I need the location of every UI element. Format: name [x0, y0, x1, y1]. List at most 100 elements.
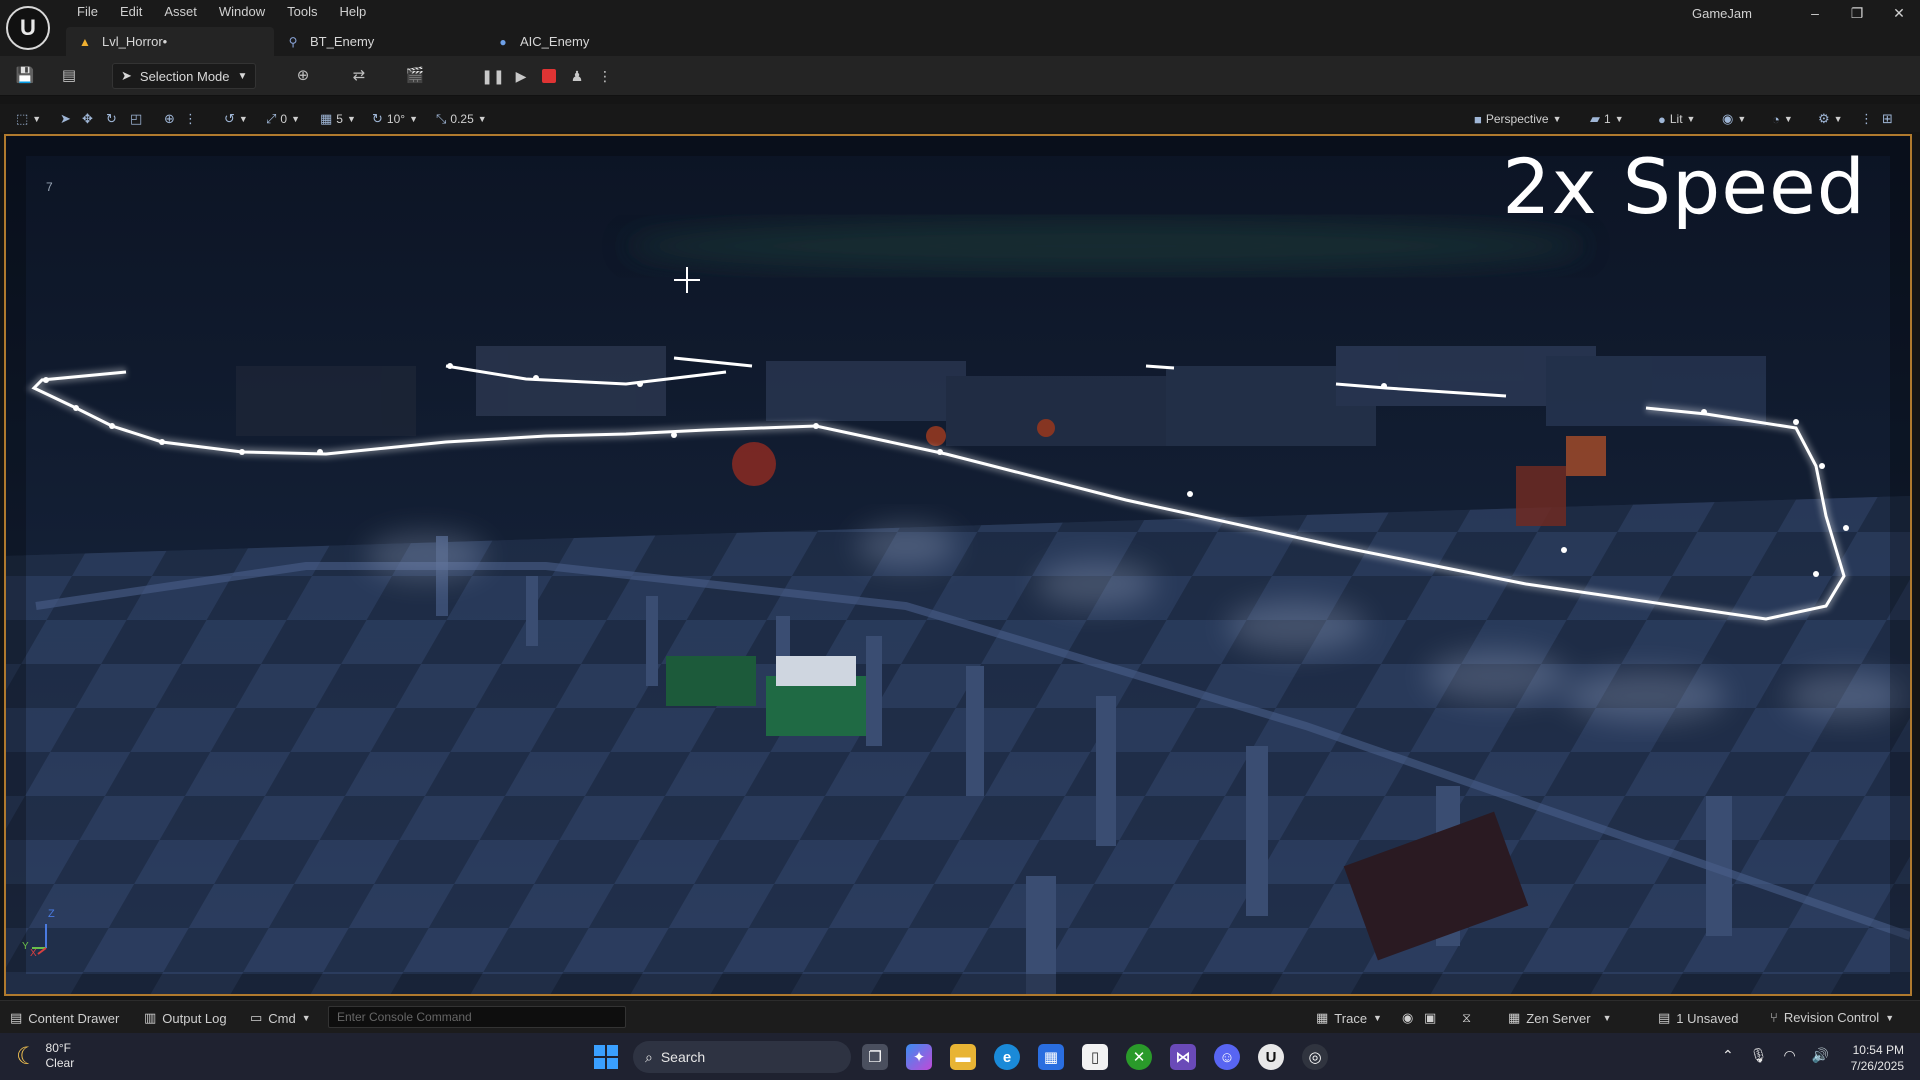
- discord-icon[interactable]: ☺: [1214, 1044, 1240, 1070]
- cinematics-icon[interactable]: 🎬: [404, 65, 426, 87]
- selection-mode-dropdown[interactable]: ➤ Selection Mode ▼: [112, 63, 256, 89]
- output-log-label: Output Log: [162, 1010, 227, 1026]
- step-icon[interactable]: ▶: [510, 65, 532, 87]
- zen-server-dropdown[interactable]: ▦ Zen Server ▼: [1508, 1010, 1612, 1026]
- timer-icon[interactable]: ⧖: [1462, 1010, 1471, 1026]
- trace-icon: ▦: [1316, 1010, 1329, 1025]
- view-mode-dropdown[interactable]: ● Lit ▼: [1658, 110, 1695, 128]
- unsaved-label: 1 Unsaved: [1676, 1010, 1739, 1026]
- record-icon[interactable]: ◉: [1402, 1010, 1413, 1026]
- menu-asset[interactable]: Asset: [153, 3, 208, 21]
- unreal-engine-taskbar-icon[interactable]: U: [1258, 1044, 1284, 1070]
- translate-icon[interactable]: ✥: [82, 110, 93, 128]
- obs-icon[interactable]: ◎: [1302, 1044, 1328, 1070]
- save-icon[interactable]: 💾: [14, 65, 36, 87]
- tab-aic-enemy[interactable]: ● AIC_Enemy: [484, 27, 601, 56]
- cmd-dropdown[interactable]: ▭ Cmd ▼: [250, 1010, 311, 1026]
- select-icon[interactable]: ➤: [60, 110, 71, 128]
- world-local-icon[interactable]: ⊕: [164, 110, 175, 128]
- unreal-logo-icon[interactable]: U: [6, 6, 50, 50]
- surface-snap-icon[interactable]: ↺ ▼: [224, 110, 248, 128]
- level-viewport[interactable]: 7 2x Speed Z Y X: [4, 134, 1912, 996]
- axis-y-label: Y: [22, 941, 29, 952]
- add-actor-icon[interactable]: ⊕: [292, 65, 314, 87]
- pause-icon[interactable]: ❚❚: [481, 65, 504, 87]
- menu-file[interactable]: File: [66, 3, 109, 21]
- stop-icon[interactable]: [538, 65, 560, 87]
- tab-label: AIC_Enemy: [520, 34, 590, 49]
- windows-start-icon[interactable]: [594, 1045, 618, 1069]
- moon-icon: ☾: [16, 1042, 38, 1070]
- scene-render: [6, 136, 1910, 994]
- unsaved-button[interactable]: ▤ 1 Unsaved: [1658, 1010, 1738, 1026]
- layout-icon[interactable]: ⊞: [1882, 110, 1893, 128]
- angle-snap-toggle[interactable]: ↻ 10° ▼: [372, 110, 418, 128]
- menu-help[interactable]: Help: [328, 3, 377, 21]
- branch-icon: ⑂: [1770, 1010, 1778, 1025]
- menu-edit[interactable]: Edit: [109, 3, 153, 21]
- content-drawer-button[interactable]: ▤ Content Drawer: [10, 1010, 119, 1026]
- perspective-label: Perspective: [1485, 112, 1549, 126]
- viewport-more-icon[interactable]: ⋮: [1860, 110, 1873, 128]
- lit-sphere-icon: ●: [1658, 111, 1666, 127]
- eject-icon[interactable]: ♟: [566, 65, 588, 87]
- temperature: 80°F: [45, 1041, 71, 1055]
- system-tray: ⌃ 🎙 ◠ 🔊: [1722, 1047, 1829, 1064]
- chevron-down-icon: ▼: [237, 70, 248, 82]
- volume-icon[interactable]: 🔊: [1812, 1047, 1829, 1064]
- microsoft-store-icon[interactable]: ▦: [1038, 1044, 1064, 1070]
- tab-lvl-horror[interactable]: ▲ Lvl_Horror•: [66, 27, 274, 56]
- more-options-icon[interactable]: ⋮: [594, 65, 616, 87]
- more-icon[interactable]: ⋮: [184, 110, 197, 128]
- blueprint-icon[interactable]: ⇄: [348, 65, 370, 87]
- revision-control-dropdown[interactable]: ⑂ Revision Control ▼: [1770, 1010, 1894, 1025]
- menu-tools[interactable]: Tools: [276, 3, 328, 21]
- trace-dropdown[interactable]: ▦ Trace ▼: [1316, 1010, 1382, 1026]
- content-drawer-icon: ▤: [10, 1010, 23, 1025]
- speed-overlay-text: 2x Speed: [1502, 142, 1866, 231]
- tab-bt-enemy[interactable]: ⚲ BT_Enemy: [274, 27, 484, 56]
- wifi-icon[interactable]: ◠: [1784, 1047, 1796, 1064]
- taskbar-search[interactable]: ⌕ Search: [633, 1041, 851, 1073]
- xbox-icon[interactable]: ✕: [1126, 1044, 1152, 1070]
- save-all-icon: ▤: [1658, 1010, 1671, 1025]
- scale-icon[interactable]: ◰: [130, 110, 142, 128]
- menu-window[interactable]: Window: [208, 3, 276, 21]
- browse-icon[interactable]: ▤: [58, 65, 80, 87]
- select-transform-icon[interactable]: ⬚ ▼: [16, 110, 41, 128]
- rotation-snap-toggle[interactable]: ⤢ 0 ▼: [266, 110, 300, 128]
- notepad-icon[interactable]: ▯: [1082, 1044, 1108, 1070]
- grid-snap-value: 5: [336, 112, 343, 126]
- show-flags-dropdown[interactable]: ◉ ▼: [1722, 110, 1746, 128]
- task-view-icon[interactable]: ❐: [862, 1044, 888, 1070]
- camera-speed-dropdown[interactable]: ▰ 1 ▼: [1590, 110, 1624, 128]
- menu-bar: File Edit Asset Window Tools Help: [66, 3, 377, 21]
- restore-icon[interactable]: ❐: [1842, 2, 1872, 24]
- edge-browser-icon[interactable]: e: [994, 1044, 1020, 1070]
- content-drawer-label: Content Drawer: [28, 1010, 120, 1026]
- screenshot-icon[interactable]: ▣: [1424, 1010, 1436, 1026]
- console-command-input[interactable]: Enter Console Command: [328, 1006, 626, 1028]
- chevron-up-icon[interactable]: ⌃: [1722, 1047, 1734, 1064]
- viewport-toolbar: ⬚ ▼ ➤ ✥ ↻ ◰ ⊕ ⋮ ↺ ▼ ⤢ 0 ▼ ▦ 5 ▼ ↻ 10° ▼ ⤡ 0.25 ▼ ■…: [0, 104, 1920, 132]
- minimize-icon[interactable]: –: [1800, 2, 1830, 24]
- output-log-button[interactable]: ▥ Output Log: [144, 1010, 227, 1026]
- file-explorer-icon[interactable]: ▬: [950, 1044, 976, 1070]
- angle-snap-value: 10°: [386, 112, 406, 126]
- grid-snap-toggle[interactable]: ▦ 5 ▼: [320, 110, 356, 128]
- rotate-icon[interactable]: ↻: [106, 110, 117, 128]
- performance-dropdown[interactable]: ◔ ▼: [1772, 110, 1793, 128]
- viewport-settings-dropdown[interactable]: ⚙ ▼: [1818, 110, 1843, 128]
- weather-widget[interactable]: ☾ 80°F Clear: [16, 1041, 74, 1071]
- visual-studio-icon[interactable]: ⋈: [1170, 1044, 1196, 1070]
- scale-snap-toggle[interactable]: ⤡ 0.25 ▼: [436, 110, 487, 128]
- copilot-icon[interactable]: ✦: [906, 1044, 932, 1070]
- zen-server-label: Zen Server: [1526, 1010, 1591, 1026]
- perspective-dropdown[interactable]: ■ Perspective ▼: [1474, 110, 1561, 128]
- close-icon[interactable]: ✕: [1884, 2, 1914, 24]
- taskbar-clock[interactable]: 10:54 PM 7/26/2025: [1842, 1042, 1904, 1074]
- tab-label: BT_Enemy: [310, 34, 375, 49]
- microphone-icon[interactable]: 🎙: [1750, 1047, 1768, 1064]
- camera-speed-icon: ▰: [1590, 111, 1600, 126]
- rotation-snap-icon: ⤢: [266, 111, 277, 126]
